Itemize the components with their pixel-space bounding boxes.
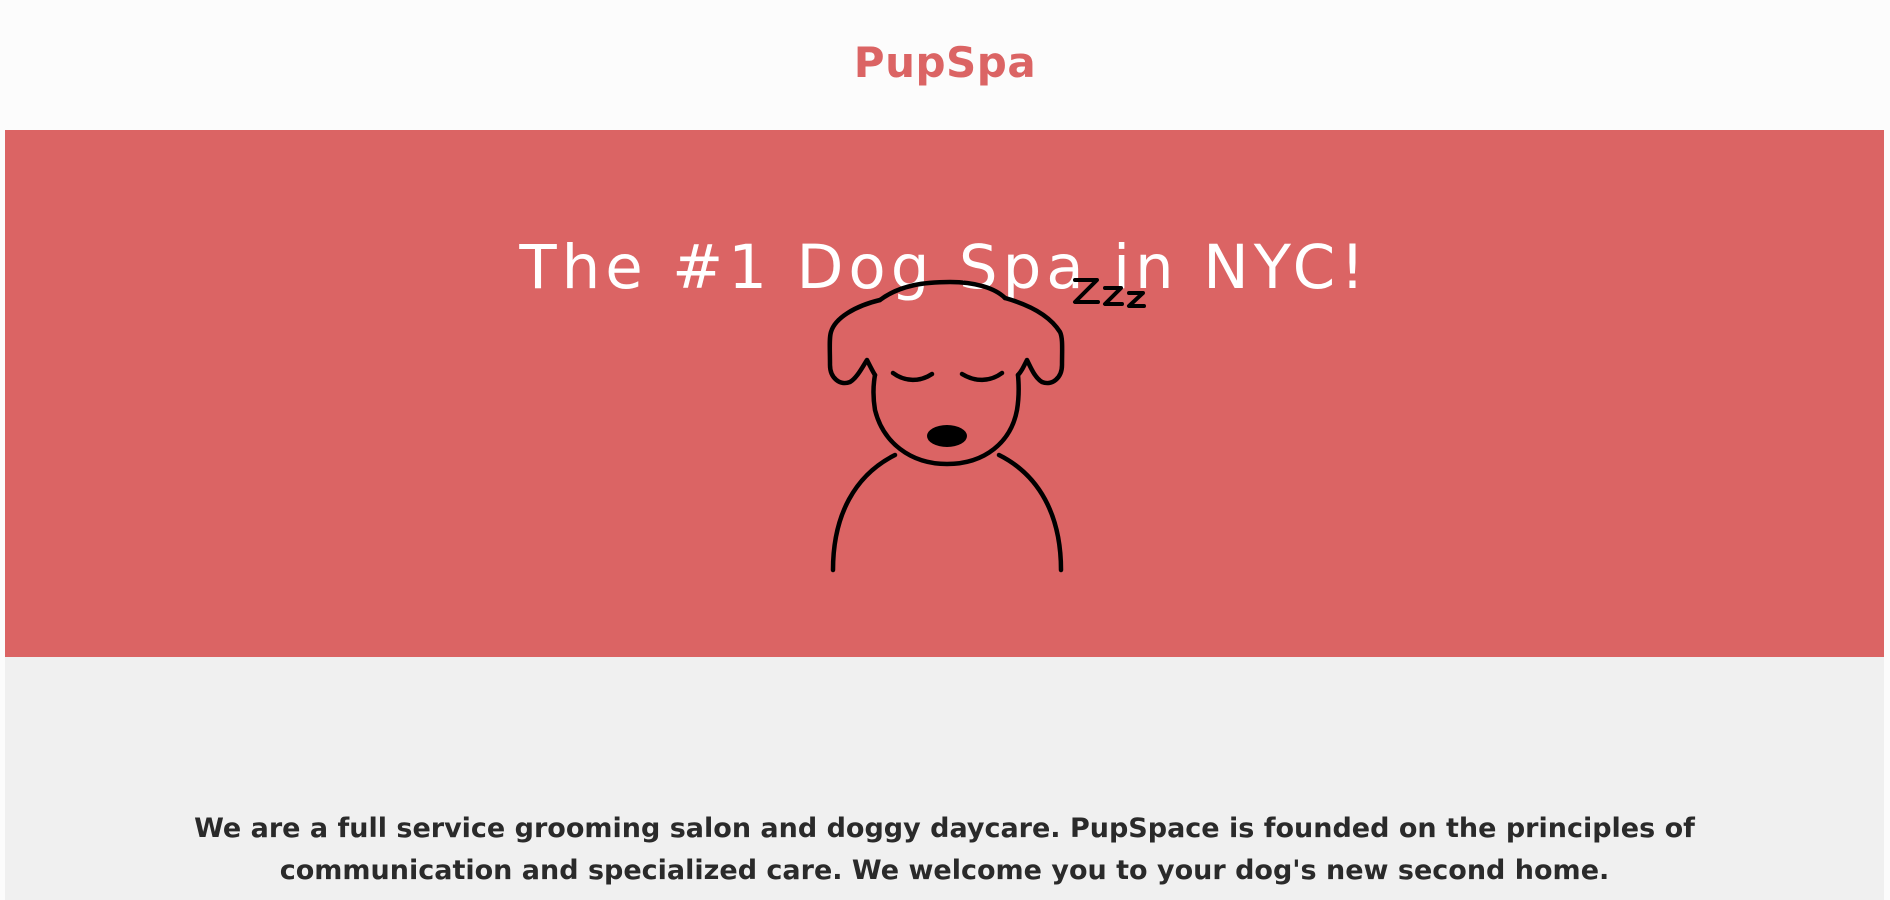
hero-section: The #1 Dog Spa in NYC! bbox=[5, 130, 1884, 657]
zzz-icon bbox=[1073, 278, 1146, 308]
about-section: We are a full service grooming salon and… bbox=[5, 657, 1884, 900]
sleeping-dog-icon bbox=[827, 278, 1146, 573]
page: PupSpa The #1 Dog Spa in NYC! We are a f… bbox=[0, 0, 1890, 900]
top-bar: PupSpa bbox=[0, 0, 1890, 130]
about-description: We are a full service grooming salon and… bbox=[194, 813, 1695, 886]
brand-logo-text[interactable]: PupSpa bbox=[0, 42, 1890, 84]
